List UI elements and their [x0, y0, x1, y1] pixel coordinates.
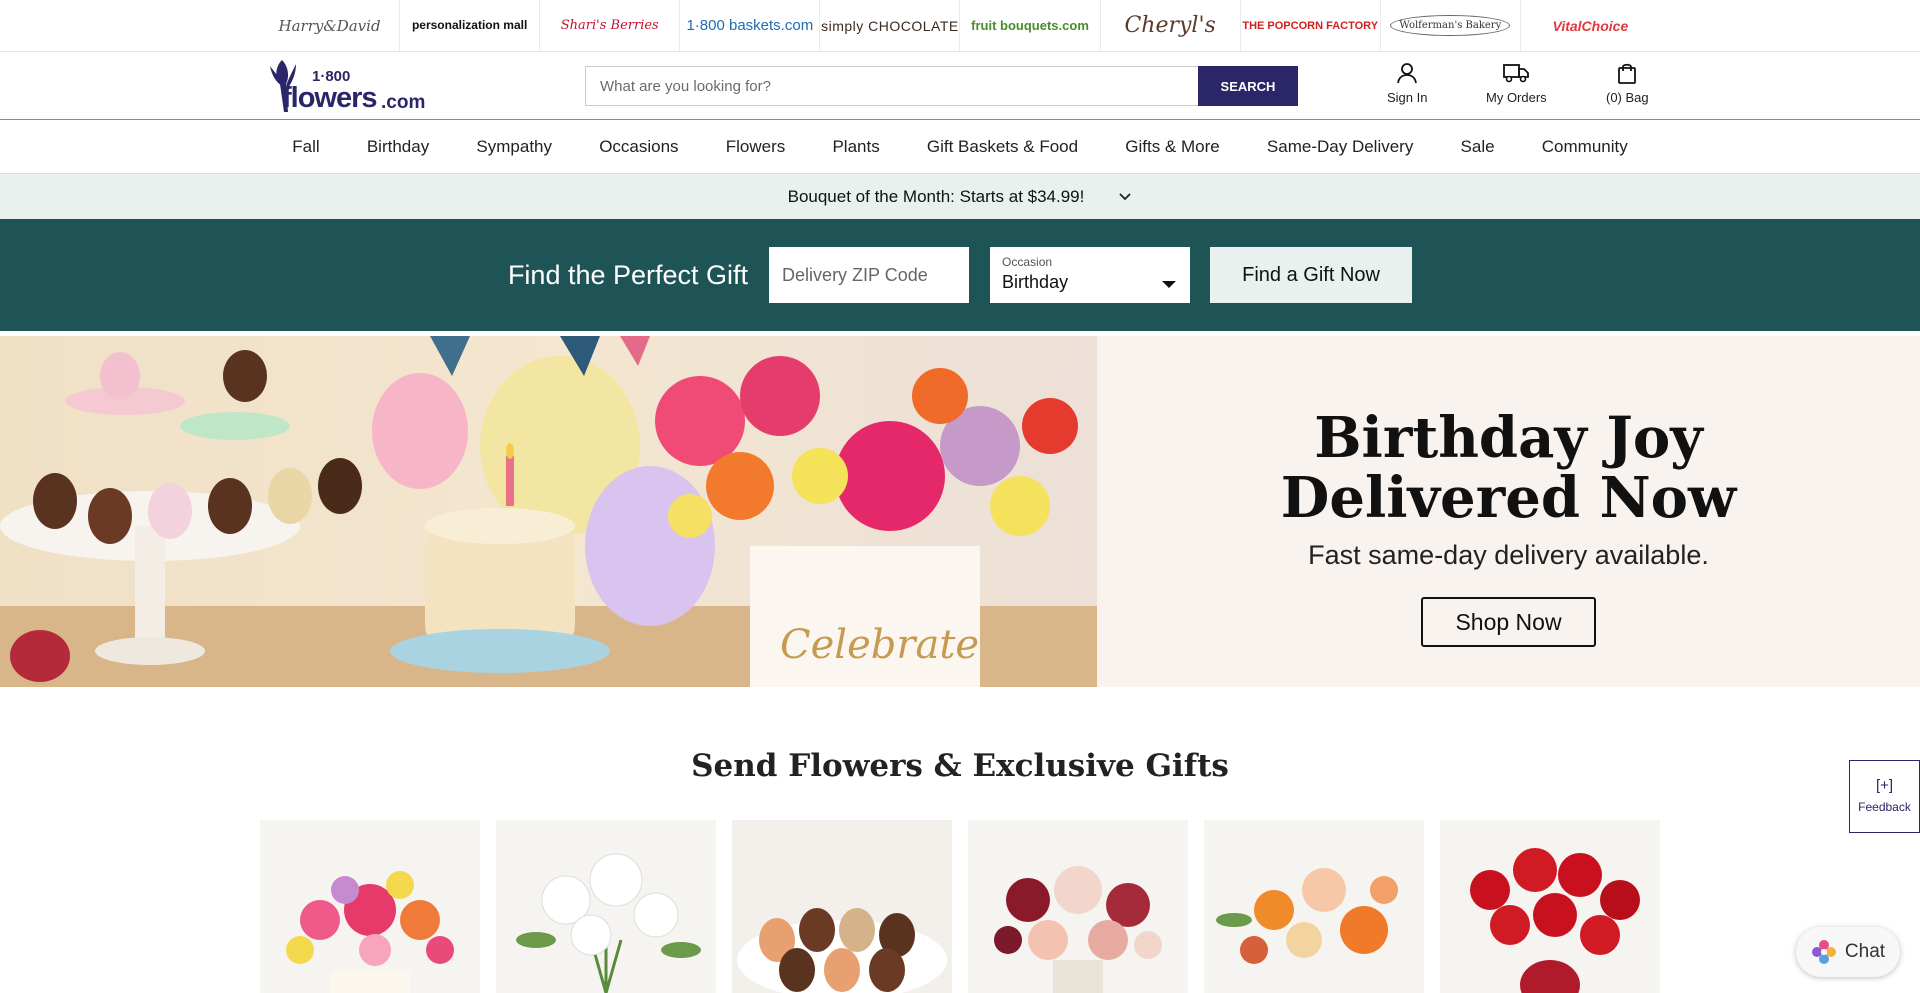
user-icon: [1397, 63, 1418, 84]
shopping-bag-icon: [1618, 63, 1637, 84]
nav-item-flowers[interactable]: Flowers: [702, 137, 809, 157]
logo-flowers: flowers: [282, 82, 378, 114]
brand-label: VitalChoice: [1552, 17, 1629, 34]
search-input[interactable]: [585, 66, 1198, 106]
chevron-down-icon[interactable]: [1118, 192, 1132, 202]
nav-item-gifts-more[interactable]: Gifts & More: [1102, 137, 1244, 157]
section-title: Send Flowers & Exclusive Gifts: [691, 748, 1229, 784]
gift-finder-title: Find the Perfect Gift: [507, 259, 749, 290]
nav-item-same-day-delivery[interactable]: Same-Day Delivery: [1243, 137, 1437, 157]
shop-now-button[interactable]: Shop Now: [1421, 597, 1596, 647]
brand-label: Cheryl's: [1124, 13, 1216, 38]
bouquet-image: [260, 820, 480, 993]
brand-label: fruit bouquets.com: [971, 18, 1089, 33]
birthday-gifts-illustration: Celebrate: [0, 336, 1097, 687]
my-orders-label: My Orders: [1486, 90, 1547, 105]
chat-label: Chat: [1844, 941, 1886, 962]
hero-heading-line2: Delivered Now: [1280, 465, 1737, 531]
product-grid: [260, 820, 1660, 993]
my-orders-button[interactable]: My Orders: [1486, 62, 1547, 105]
hero-text: Birthday Joy Delivered Now Fast same-day…: [1097, 336, 1920, 687]
brand-link-sharis-berries[interactable]: Shari's Berries: [540, 0, 681, 51]
brand-bar: Harry&David personalization mall Shari's…: [0, 0, 1920, 52]
occasion-value: Birthday: [1002, 272, 1069, 292]
feedback-tab[interactable]: [+] Feedback: [1849, 760, 1920, 833]
nav-item-sale[interactable]: Sale: [1437, 137, 1518, 157]
brand-link-personalization-mall[interactable]: personalization mall: [400, 0, 541, 51]
brand-link-1800-baskets[interactable]: 1·800 baskets.com: [680, 0, 821, 51]
feedback-label: Feedback: [1858, 800, 1911, 814]
brand-link-harry-david[interactable]: Harry&David: [260, 0, 401, 51]
celebrate-text: Celebrate: [780, 622, 979, 668]
chat-button[interactable]: Chat: [1796, 927, 1900, 977]
bag-button[interactable]: (0) Bag: [1606, 62, 1649, 105]
zip-code-input[interactable]: [769, 247, 970, 303]
brand-link-popcorn-factory[interactable]: THE POPCORN FACTORY: [1241, 0, 1381, 51]
brand-label: Shari's Berries: [560, 18, 659, 33]
find-gift-button[interactable]: Find a Gift Now: [1210, 247, 1413, 303]
nav-item-plants[interactable]: Plants: [809, 137, 903, 157]
brand-label: THE POPCORN FACTORY: [1242, 19, 1379, 32]
sign-in-button[interactable]: Sign In: [1387, 62, 1427, 105]
search-bar: SEARCH: [585, 66, 1298, 106]
hero-heading: Birthday Joy Delivered Now: [1097, 408, 1920, 528]
occasion-select[interactable]: Occasion Birthday: [990, 247, 1191, 303]
lilies-image: [496, 820, 716, 993]
nav-item-birthday[interactable]: Birthday: [343, 137, 453, 157]
strawberries-image: [732, 820, 952, 993]
brand-label: personalization mall: [411, 18, 528, 32]
hero-banner: Celebrate Birthday Joy Delivered Now Fas…: [0, 336, 1920, 687]
nav-item-community[interactable]: Community: [1518, 137, 1651, 157]
brand-link-fruit-bouquets[interactable]: fruit bouquets.com: [960, 0, 1101, 51]
product-card-chocolate-strawberries[interactable]: [732, 820, 952, 993]
promo-text: Bouquet of the Month: Starts at $34.99!: [787, 186, 1085, 206]
occasion-label: Occasion: [1002, 255, 1053, 269]
nav-item-gift-baskets-food[interactable]: Gift Baskets & Food: [903, 137, 1101, 157]
caret-down-icon: [1162, 281, 1177, 288]
product-card-red-roses-vase[interactable]: [1440, 820, 1660, 993]
brand-label: 1·800 baskets.com: [686, 17, 814, 34]
bag-label: (0) Bag: [1606, 90, 1649, 105]
feedback-icon: [+]: [1875, 777, 1894, 794]
brand-link-cheryls[interactable]: Cheryl's: [1101, 0, 1241, 51]
brand-link-simply-chocolate[interactable]: simply CHOCOLATE: [820, 0, 961, 51]
product-card-bright-bouquet[interactable]: [260, 820, 480, 993]
site-logo[interactable]: 1·800 flowers .com: [268, 56, 425, 116]
hero-heading-line1: Birthday Joy: [1314, 405, 1703, 471]
orange-bouquet-image: [1204, 820, 1424, 993]
red-roses-image: [1440, 820, 1660, 993]
brand-link-wolfermans[interactable]: Wolferman's Bakery: [1381, 0, 1521, 51]
site-header: 1·800 flowers .com SEARCH Sign In My Ord…: [0, 52, 1920, 120]
promo-banner[interactable]: Bouquet of the Month: Starts at $34.99!: [0, 174, 1920, 219]
search-button[interactable]: SEARCH: [1198, 66, 1298, 106]
nav-item-fall[interactable]: Fall: [269, 137, 344, 157]
roses-mix-image: [968, 820, 1188, 993]
hero-image[interactable]: Celebrate: [0, 336, 1097, 687]
gift-finder: Find the Perfect Gift Occasion Birthday …: [0, 219, 1920, 331]
truck-icon: [1503, 64, 1530, 83]
brand-link-vital-choice[interactable]: VitalChoice: [1521, 0, 1660, 51]
product-card-white-lilies[interactable]: [496, 820, 716, 993]
product-card-orange-lilies[interactable]: [1204, 820, 1424, 993]
sign-in-label: Sign In: [1387, 90, 1428, 105]
main-nav: Fall Birthday Sympathy Occasions Flowers…: [0, 120, 1920, 174]
brand-label: Harry&David: [278, 16, 381, 35]
brand-label: Wolferman's Bakery: [1390, 15, 1511, 36]
chat-flower-icon: [1811, 940, 1836, 964]
hero-subheading: Fast same-day delivery available.: [1308, 540, 1709, 570]
nav-item-sympathy[interactable]: Sympathy: [453, 137, 576, 157]
logo-dotcom: .com: [381, 92, 426, 113]
brand-label: simply CHOCOLATE: [821, 17, 959, 34]
product-card-red-roses-mix[interactable]: [968, 820, 1188, 993]
nav-item-occasions[interactable]: Occasions: [576, 137, 703, 157]
